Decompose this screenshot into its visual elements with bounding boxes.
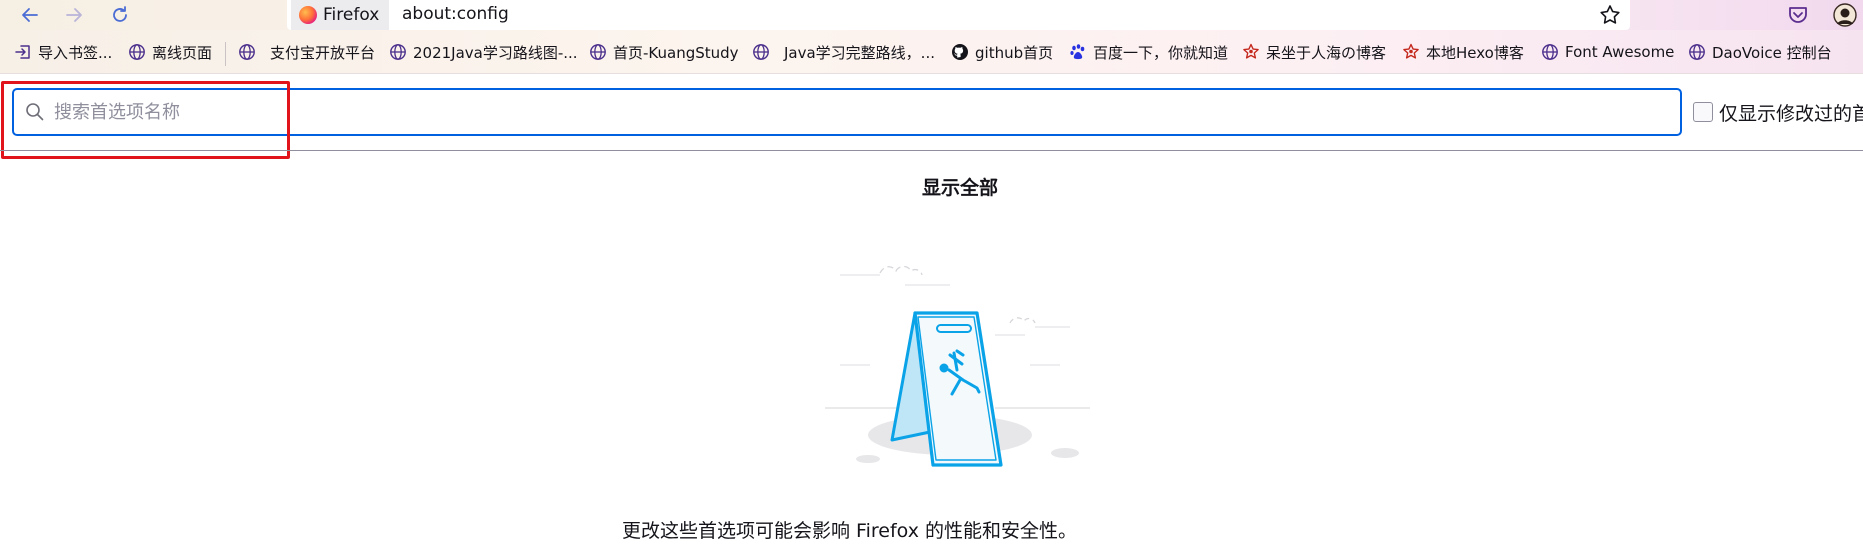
- bookmark-label: github首页: [975, 43, 1054, 62]
- show-modified-checkbox[interactable]: [1693, 102, 1713, 122]
- bookmark-blog[interactable]: 呆坐于人海の博客: [1242, 40, 1386, 64]
- baidu-paw-icon: [1070, 44, 1085, 60]
- bookmark-daovoice[interactable]: DaoVoice 控制台: [1688, 40, 1832, 64]
- caution-sign-illustration: [825, 265, 1090, 467]
- bookmark-label: 离线页面: [152, 43, 213, 62]
- bookmark-label: 呆坐于人海の博客: [1266, 43, 1387, 62]
- bookmark-kuangstudy[interactable]: 首页-KuangStudy: [589, 40, 739, 64]
- browser-toolbar: Firefox about:config: [0, 0, 1863, 30]
- pocket-icon[interactable]: [1786, 3, 1810, 27]
- bookmark-label: 百度一下，你就知道: [1093, 43, 1229, 62]
- globe-icon: [129, 44, 145, 60]
- show-modified-label[interactable]: 仅显示修改过的首: [1719, 99, 1863, 126]
- show-all-button[interactable]: 显示全部: [900, 173, 1020, 200]
- identity-box[interactable]: Firefox: [291, 0, 390, 30]
- warning-text: 更改这些首选项可能会影响 Firefox 的性能和安全性。: [622, 520, 1077, 542]
- forward-arrow-icon: [66, 8, 82, 22]
- bookmark-star-icon[interactable]: [1598, 3, 1622, 27]
- bookmark-github[interactable]: github首页: [951, 40, 1053, 64]
- globe-icon: [1689, 44, 1705, 60]
- back-button[interactable]: [16, 1, 44, 29]
- globe-icon: [390, 44, 406, 60]
- back-arrow-icon: [22, 8, 38, 22]
- globe-icon: [1542, 44, 1558, 60]
- bookmark-label: 导入书签...: [38, 43, 113, 62]
- bookmark-java-roadmap[interactable]: 2021Java学习路线图-...: [389, 40, 578, 64]
- globe-icon: [590, 44, 606, 60]
- star-badge-icon: [1403, 43, 1419, 59]
- forward-button[interactable]: [60, 1, 88, 29]
- import-icon: [15, 45, 30, 59]
- bookmark-label: 本地Hexo博客: [1426, 43, 1524, 62]
- annotation-highlight-box: [1, 81, 290, 159]
- github-icon: [952, 44, 968, 60]
- bookmark-label: 支付宝开放平台: [270, 43, 376, 62]
- bookmark-label: Font Awesome: [1565, 43, 1675, 61]
- search-divider: [0, 150, 1863, 151]
- bookmark-java-full-route[interactable]: Java学习完整路线，...: [752, 40, 935, 64]
- account-avatar-icon[interactable]: [1832, 2, 1858, 28]
- identity-label: Firefox: [323, 5, 380, 25]
- bookmark-label: DaoVoice 控制台: [1712, 43, 1832, 62]
- firefox-logo-icon: [299, 6, 317, 24]
- bookmark-separator: [225, 42, 226, 66]
- globe-icon: [239, 44, 255, 60]
- bookmark-import[interactable]: 导入书签...: [14, 40, 112, 64]
- bookmark-label: 首页-KuangStudy: [613, 43, 739, 62]
- bookmark-label: 2021Java学习路线图-...: [413, 43, 578, 62]
- star-badge-icon: [1243, 43, 1259, 59]
- bookmark-hexo[interactable]: 本地Hexo博客: [1402, 40, 1524, 64]
- globe-icon: [753, 44, 769, 60]
- url-text[interactable]: about:config: [402, 4, 509, 24]
- bookmark-label: Java学习完整路线，...: [784, 43, 935, 62]
- reload-button[interactable]: [106, 1, 134, 29]
- url-bar[interactable]: Firefox about:config: [287, 0, 1630, 30]
- bookmark-font-awesome[interactable]: Font Awesome: [1541, 40, 1674, 64]
- bookmark-baidu[interactable]: 百度一下，你就知道: [1069, 40, 1228, 64]
- reload-icon: [113, 6, 127, 22]
- bookmarks-toolbar: 导入书签... 离线页面 支付宝开放平台 2021Java学习路线图-... 首…: [0, 30, 1863, 74]
- warning-message: 更改这些首选项可能会影响 Firefox 的性能和安全性。: [0, 516, 1863, 543]
- bookmark-offline-page[interactable]: 离线页面: [128, 40, 212, 64]
- bookmark-alipay[interactable]: 支付宝开放平台: [238, 40, 375, 64]
